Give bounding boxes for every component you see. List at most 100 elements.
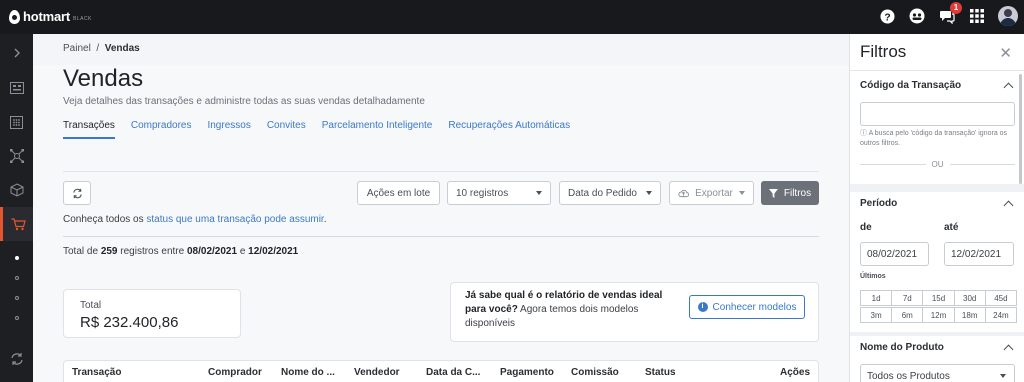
col-transacao[interactable]: Transação: [72, 367, 121, 378]
hotmart-logo[interactable]: hotmart BLACK: [9, 9, 92, 24]
or-label: OU: [931, 160, 944, 169]
reports-promo-card: Já sabe qual é o relatório de vendas ide…: [450, 282, 819, 342]
tab-transacoes[interactable]: Transações: [63, 120, 115, 139]
range-12m[interactable]: 12m: [922, 307, 955, 323]
panel-section-gap: [850, 332, 1024, 336]
help-icon[interactable]: ?: [878, 7, 896, 25]
chevron-up-icon[interactable]: [1003, 200, 1014, 211]
info-circle-icon: ⓘ: [860, 130, 869, 137]
funnel-icon: [768, 188, 778, 198]
see-models-button[interactable]: i Conhecer modelos: [689, 295, 805, 319]
tab-recuperacoes[interactable]: Recuperações Automáticas: [448, 120, 570, 139]
status-info-link[interactable]: status que uma transação pode assumir: [146, 214, 323, 225]
submenu-item-3[interactable]: [0, 288, 33, 308]
brand-name: hotmart: [23, 9, 70, 24]
range-24m[interactable]: 24m: [984, 307, 1018, 323]
product-select-value: Todos os Produtos: [867, 370, 950, 382]
info-icon: i: [697, 302, 708, 312]
tab-ingressos[interactable]: Ingressos: [207, 120, 250, 139]
date-type-value: Data do Pedido: [568, 187, 637, 199]
per-page-select[interactable]: 10 registros: [447, 181, 551, 205]
period-to-input[interactable]: 12/02/2021: [944, 242, 1014, 266]
col-comprador[interactable]: Comprador: [208, 367, 262, 378]
chevron-down-icon: [646, 191, 652, 195]
sales-cart-icon[interactable]: [0, 207, 33, 241]
main-content: Painel / Vendas Vendas Veja detalhes das…: [33, 34, 849, 382]
submenu-dot-icon: [14, 276, 19, 280]
dashboard-icon[interactable]: [0, 71, 33, 105]
panel-divider: [850, 70, 1024, 71]
calculator-icon[interactable]: [0, 105, 33, 139]
user-avatar[interactable]: [998, 6, 1018, 26]
chevron-up-icon[interactable]: [1003, 344, 1014, 355]
transactions-table-header: Transação Comprador Nome do ... Vendedor…: [63, 360, 819, 382]
range-15d[interactable]: 15d: [922, 290, 955, 306]
filters-button[interactable]: Filtros: [761, 181, 819, 205]
expand-menu-icon[interactable]: [0, 36, 33, 70]
col-pagamento[interactable]: Pagamento: [500, 367, 554, 378]
transaction-code-hint: ⓘ A busca pelo 'código da transação' ign…: [860, 129, 1015, 149]
tab-parcelamento[interactable]: Parcelamento Inteligente: [322, 120, 433, 139]
range-6m[interactable]: 6m: [891, 307, 924, 323]
page-subtitle: Veja detalhes das transações e administr…: [63, 96, 425, 107]
summary-middle: registros entre: [117, 246, 187, 257]
product-select[interactable]: Todos os Produtos: [860, 364, 1015, 382]
top-bar: hotmart BLACK ? 1: [0, 0, 1024, 34]
submenu-dot-icon: [14, 316, 19, 320]
sync-icon[interactable]: [0, 342, 33, 376]
range-45d[interactable]: 45d: [984, 290, 1018, 306]
range-7d[interactable]: 7d: [891, 290, 924, 306]
col-nome-produto[interactable]: Nome do ...: [281, 367, 335, 378]
total-label: Total: [80, 300, 102, 311]
submenu-item-2[interactable]: [0, 268, 33, 288]
info-divider: [63, 236, 819, 237]
chevron-up-icon[interactable]: [1003, 82, 1014, 93]
period-title[interactable]: Período: [860, 198, 897, 209]
summary-and: e: [237, 246, 249, 257]
submenu-item-1[interactable]: [0, 248, 33, 268]
col-comissao[interactable]: Comissão: [571, 367, 619, 378]
period-from-input[interactable]: 08/02/2021: [860, 242, 929, 266]
tab-compradores[interactable]: Compradores: [131, 120, 192, 139]
or-divider: OU: [860, 160, 1015, 169]
breadcrumb: Painel / Vendas: [63, 43, 140, 54]
date-type-select[interactable]: Data do Pedido: [559, 181, 661, 205]
marketplace-icon[interactable]: [908, 7, 926, 25]
apps-grid-icon[interactable]: [968, 7, 986, 25]
filters-panel: Filtros ✕ Código da Transação ⓘ A busca …: [849, 34, 1024, 382]
bulk-actions-button[interactable]: Ações em lote: [357, 181, 440, 205]
product-box-icon[interactable]: [0, 173, 33, 207]
panel-scrollbar[interactable]: [1019, 74, 1022, 184]
promo-text: Já sabe qual é o relatório de vendas ide…: [465, 289, 675, 331]
export-button[interactable]: Exportar: [669, 181, 754, 205]
range-1d[interactable]: 1d: [860, 290, 893, 306]
tabs-divider: [63, 171, 819, 172]
refresh-button[interactable]: [63, 181, 91, 205]
col-vendedor[interactable]: Vendedor: [354, 367, 400, 378]
submenu-dot-icon: [14, 296, 19, 300]
notifications-icon[interactable]: 1: [938, 2, 962, 25]
col-acoes: Ações: [780, 367, 811, 378]
range-18m[interactable]: 18m: [953, 307, 986, 323]
transaction-code-input[interactable]: [860, 102, 1015, 126]
close-icon[interactable]: ✕: [999, 44, 1012, 62]
cloud-icon: [678, 189, 690, 198]
range-30d[interactable]: 30d: [953, 290, 986, 306]
breadcrumb-bar: Painel / Vendas: [33, 34, 849, 65]
range-3m[interactable]: 3m: [860, 307, 893, 323]
refresh-icon: [72, 188, 82, 198]
summary-end-date: 12/02/2021: [248, 246, 299, 257]
quick-range-row-2: 3m 6m 12m 18m 24m: [860, 307, 1018, 323]
col-data[interactable]: Data da C...: [426, 367, 480, 378]
hotmart-flame-icon: [9, 9, 20, 24]
product-name-title[interactable]: Nome do Produto: [860, 342, 944, 353]
submenu-item-4[interactable]: [0, 308, 33, 328]
col-status[interactable]: Status: [645, 367, 676, 378]
quick-range-row-1: 1d 7d 15d 30d 45d: [860, 290, 1018, 306]
chevron-down-icon: [738, 191, 745, 195]
network-icon[interactable]: [0, 139, 33, 173]
export-label: Exportar: [695, 187, 733, 199]
tab-convites[interactable]: Convites: [267, 120, 306, 139]
breadcrumb-root[interactable]: Painel: [63, 43, 91, 54]
transaction-code-title[interactable]: Código da Transação: [860, 80, 961, 91]
